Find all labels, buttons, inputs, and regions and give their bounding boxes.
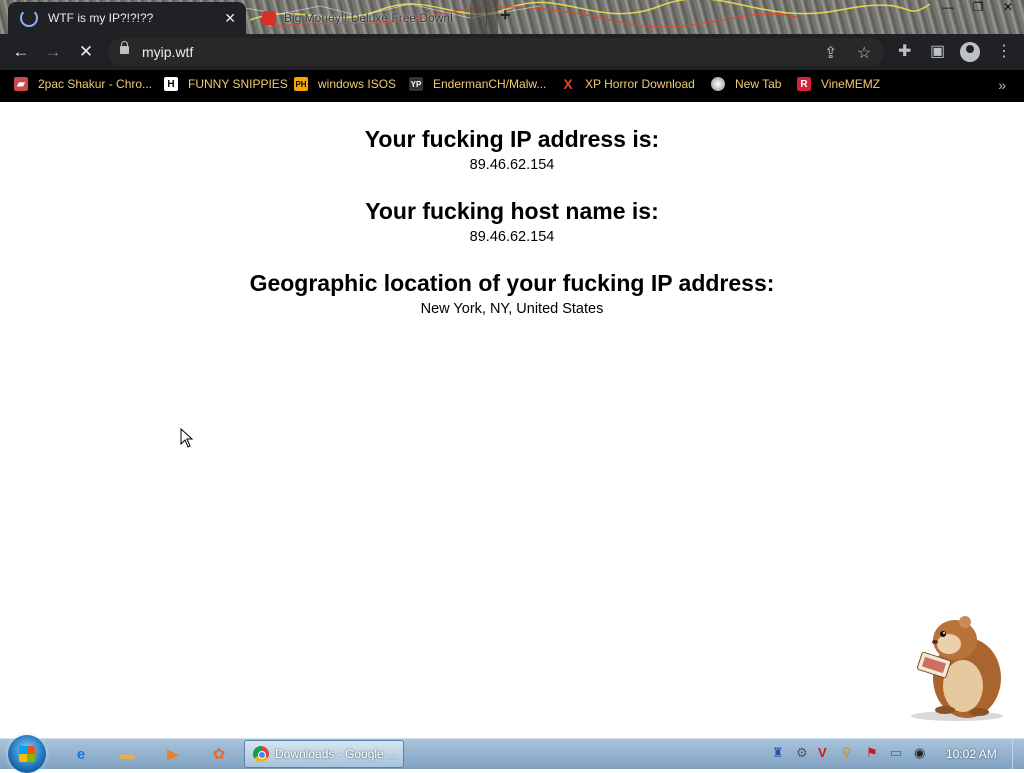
bookmark-2pac[interactable]: ▰ 2pac Shakur - Chro...: [14, 77, 152, 91]
minimize-button[interactable]: —: [940, 0, 956, 14]
bookmark-label: FUNNY SNIPPIES: [188, 77, 288, 91]
tab-title: WTF is my IP?!?!??: [48, 11, 154, 25]
share-icon[interactable]: ⇪: [824, 43, 837, 63]
bookmark-label: VineMEMZ: [821, 77, 881, 91]
bookmark-windows-isos[interactable]: PH windows ISOS: [294, 77, 396, 91]
page-content: Your fucking IP address is: 89.46.62.154…: [0, 102, 1024, 738]
hamster-desktop-pet-icon[interactable]: [905, 612, 1009, 722]
tab-active[interactable]: WTF is my IP?!?!?? ✕: [8, 2, 246, 34]
internet-explorer-icon[interactable]: e: [68, 743, 94, 765]
ip-section: Your fucking IP address is: 89.46.62.154: [0, 126, 1024, 173]
side-panel-icon[interactable]: ▣: [930, 41, 945, 61]
taskbar-window-downloads[interactable]: Downloads - Google ...: [244, 740, 404, 768]
tray-app-icon[interactable]: ♜: [772, 745, 784, 761]
tab-strip: WTF is my IP?!?!?? ✕ Big Money!! Deluxe …: [0, 0, 1024, 34]
windows-logo-icon: [19, 746, 35, 762]
taskbar: e ▬ ▶ ✿ Downloads - Google ... ♜ ⚙ V ⚲ ⚑…: [0, 735, 1024, 773]
stop-loading-icon[interactable]: ✕: [75, 41, 97, 63]
ip-heading: Your fucking IP address is:: [364, 126, 660, 152]
tab-separator: [486, 8, 487, 26]
tray-flag-icon[interactable]: ⚑: [866, 745, 878, 761]
url-text: myip.wtf: [142, 44, 194, 60]
ip-value: 89.46.62.154: [469, 157, 555, 173]
geo-heading: Geographic location of your fucking IP a…: [249, 270, 775, 296]
window-controls: — ❐ ✕: [940, 0, 1016, 14]
bookmark-label: 2pac Shakur - Chro...: [38, 77, 153, 91]
mouse-cursor-icon: [180, 428, 194, 448]
tray-settings-icon[interactable]: ⚙: [796, 745, 808, 761]
tray-network-icon[interactable]: ▭: [890, 745, 902, 761]
bookmark-label: EndermanCH/Malw...: [433, 77, 547, 91]
tray-v-icon[interactable]: V: [818, 745, 827, 760]
bookmark-funny-snippies[interactable]: H FUNNY SNIPPIES: [164, 77, 288, 91]
bookmark-label: windows ISOS: [318, 77, 397, 91]
new-tab-button[interactable]: +: [500, 5, 511, 26]
tab-title: Big Money!! Deluxe Free Downl...: [284, 11, 454, 25]
file-explorer-icon[interactable]: ▬: [114, 743, 140, 765]
bookmark-label: XP Horror Download: [585, 77, 695, 91]
tab-inactive[interactable]: Big Money!! Deluxe Free Downl...: [256, 6, 478, 30]
show-desktop-button[interactable]: [1012, 739, 1024, 769]
address-bar[interactable]: myip.wtf ⇪ ☆: [108, 38, 884, 66]
globe-icon: [711, 77, 725, 91]
tray-volume-icon[interactable]: ◉: [914, 745, 925, 761]
system-clock[interactable]: 10:02 AM: [946, 747, 997, 761]
bookmark-star-icon[interactable]: ☆: [857, 43, 871, 63]
bookmark-xp-horror[interactable]: X XP Horror Download: [561, 76, 695, 92]
loading-spinner-icon: [20, 9, 38, 27]
menu-dots-icon[interactable]: ⋮: [996, 41, 1012, 61]
geo-section: Geographic location of your fucking IP a…: [0, 270, 1024, 317]
r-icon: R: [797, 77, 811, 91]
geo-value: New York, NY, United States: [420, 301, 604, 317]
host-section: Your fucking host name is: 89.46.62.154: [0, 198, 1024, 245]
bookmark-icon: ▰: [14, 77, 28, 91]
start-button[interactable]: [8, 735, 46, 773]
restore-button[interactable]: ❐: [970, 0, 986, 14]
x-icon: X: [563, 76, 573, 92]
close-tab-icon[interactable]: ✕: [224, 10, 236, 27]
close-window-button[interactable]: ✕: [1000, 0, 1016, 14]
tray-search-icon[interactable]: ⚲: [842, 745, 852, 761]
host-heading: Your fucking host name is:: [365, 198, 659, 224]
more-bookmarks-icon[interactable]: »: [998, 77, 1006, 93]
taskbar-window-label: Downloads - Google ...: [275, 747, 398, 761]
back-arrow-icon[interactable]: ←: [10, 41, 32, 63]
profile-avatar-icon[interactable]: [960, 42, 980, 62]
lock-icon[interactable]: [120, 41, 129, 54]
chrome-icon: [253, 746, 269, 762]
extensions-puzzle-icon[interactable]: ✚: [898, 41, 911, 61]
yp-icon: YP: [409, 77, 423, 91]
bookmark-new-tab[interactable]: New Tab: [711, 77, 781, 91]
bookmarks-bar: ▰ 2pac Shakur - Chro... H FUNNY SNIPPIES…: [0, 70, 1024, 102]
h-icon: H: [164, 77, 178, 91]
media-player-icon[interactable]: ▶: [160, 743, 186, 765]
paint-icon[interactable]: ✿: [206, 743, 232, 765]
browser-toolbar: ← → ✕ myip.wtf ⇪ ☆ ✚ ▣ ⋮: [0, 34, 1024, 70]
bookmark-endermanch[interactable]: YP EndermanCH/Malw...: [409, 77, 546, 91]
ph-icon: PH: [294, 77, 308, 91]
tab-favicon-icon: [262, 11, 276, 25]
bookmark-label: New Tab: [735, 77, 782, 91]
bookmark-vinememz[interactable]: R VineMEMZ: [797, 77, 880, 91]
host-value: 89.46.62.154: [469, 229, 555, 245]
forward-arrow-icon[interactable]: →: [42, 41, 64, 63]
